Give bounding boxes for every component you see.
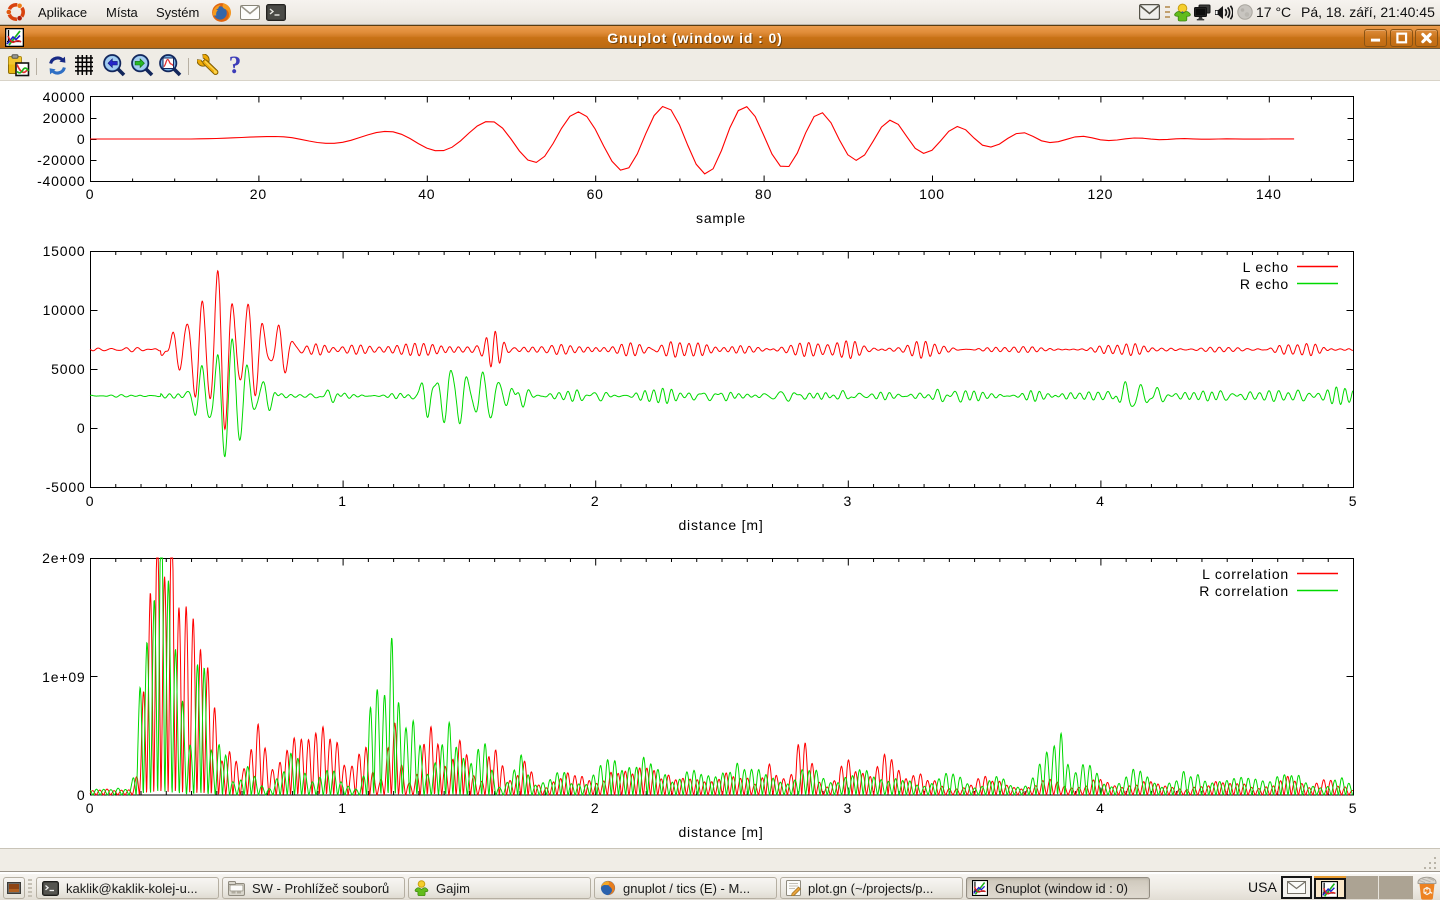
svg-text:?: ? (229, 52, 242, 78)
